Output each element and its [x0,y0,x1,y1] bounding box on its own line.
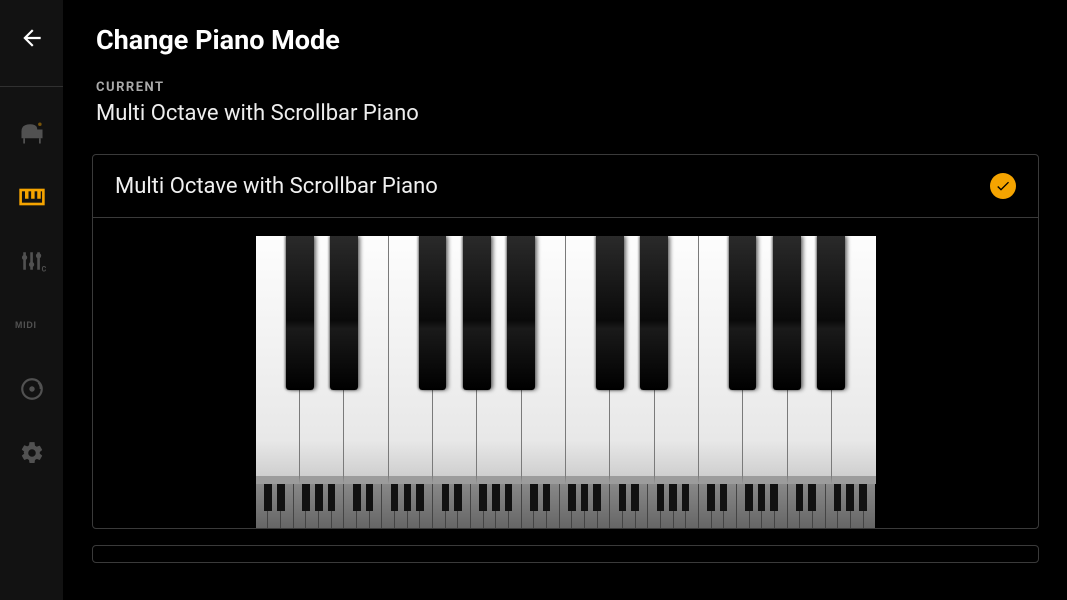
mini-black-key [543,484,551,511]
piano-scrollbar[interactable] [256,484,876,528]
disc-icon [19,376,45,402]
mini-black-key [859,484,867,511]
mini-black-key [770,484,778,511]
sidebar-item-keyboard[interactable] [10,175,54,219]
sidebar-rail: C MIDI [0,0,64,600]
mini-black-key [277,484,285,511]
midi-icon: MIDI [15,318,49,332]
sidebar-item-piano[interactable] [10,111,54,155]
mode-preview [93,218,1038,528]
gear-icon [19,440,45,466]
black-key [640,236,667,390]
mini-black-key [530,484,538,511]
piano-preview [256,236,876,484]
mini-black-key [682,484,690,511]
mini-black-key [657,484,665,511]
mini-black-key [796,484,804,511]
selected-check-badge [990,173,1016,199]
current-label: CURRENT [96,80,1035,95]
mini-black-key [479,484,487,511]
svg-text:MIDI: MIDI [15,320,37,330]
mini-black-key [619,484,627,511]
black-key [817,236,844,390]
divider [0,86,63,87]
mini-black-key [745,484,753,511]
mode-option-card: Multi Octave with Scrollbar Piano [92,154,1039,529]
main-content: Change Piano Mode CURRENT Multi Octave w… [64,0,1067,600]
mini-black-key [707,484,715,511]
grand-piano-icon [18,119,46,147]
mini-black-key [720,484,728,511]
black-key [773,236,800,390]
mini-black-key [758,484,766,511]
mode-option-header[interactable]: Multi Octave with Scrollbar Piano [93,155,1038,218]
mini-black-key [669,484,677,511]
check-icon [995,178,1011,194]
black-key [330,236,357,390]
arrow-left-icon [19,25,45,51]
sliders-icon: C [18,247,46,275]
mode-option-title: Multi Octave with Scrollbar Piano [115,174,438,199]
mini-black-key [454,484,462,511]
mini-black-key [315,484,323,511]
black-key [419,236,446,390]
mini-black-key [834,484,842,511]
keyboard-icon [18,183,46,211]
mini-black-key [391,484,399,511]
current-mode-name: Multi Octave with Scrollbar Piano [96,101,1035,126]
black-key [596,236,623,390]
mini-black-key [808,484,816,511]
mini-black-key [404,484,412,511]
sidebar-item-sliders[interactable]: C [10,239,54,283]
black-key [463,236,490,390]
mini-black-key [846,484,854,511]
mini-black-key [353,484,361,511]
black-key [729,236,756,390]
black-key [507,236,534,390]
mini-black-key [631,484,639,511]
mini-black-key [593,484,601,511]
page-title: Change Piano Mode [92,0,1039,80]
sidebar-item-midi[interactable]: MIDI [10,303,54,347]
mini-black-key [416,484,424,511]
mini-black-key [328,484,336,511]
mini-black-key [264,484,272,511]
mini-black-key [581,484,589,511]
mini-black-key [492,484,500,511]
back-button[interactable] [8,14,56,62]
next-option-card-peek[interactable] [92,545,1039,563]
mini-black-key [505,484,513,511]
sidebar-item-settings[interactable] [10,431,54,475]
current-section: CURRENT Multi Octave with Scrollbar Pian… [92,80,1039,144]
black-key [286,236,313,390]
mini-black-key [568,484,576,511]
mini-black-key [442,484,450,511]
svg-text:C: C [41,266,45,274]
sidebar-item-disc[interactable] [10,367,54,411]
mini-black-key [366,484,374,511]
mini-black-key [302,484,310,511]
